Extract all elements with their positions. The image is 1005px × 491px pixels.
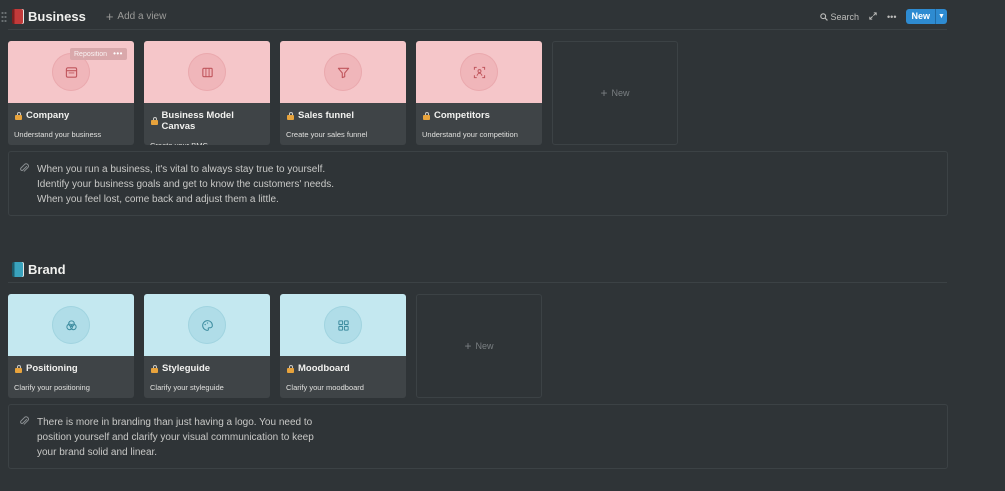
card-hover-toolbar: Reposition ••• — [70, 48, 127, 60]
new-card-label: New — [611, 88, 630, 98]
plus-icon: + — [464, 338, 472, 353]
view-toolbar: Search ••• New ▼ — [819, 9, 947, 24]
card-styleguide[interactable]: Styleguide Clarify your styleguide — [144, 294, 270, 398]
card-title-row: Moodboard — [280, 356, 406, 374]
columns-icon — [201, 67, 213, 77]
callout-line: There is more in branding than just havi… — [37, 417, 313, 428]
card-subtitle: Create your BMC — [144, 132, 270, 145]
new-card-label: New — [475, 341, 494, 351]
card-title: Company — [26, 110, 70, 121]
card-cover — [144, 41, 270, 103]
brand-title[interactable]: Brand — [28, 262, 66, 277]
add-view-label: Add a view — [117, 11, 167, 22]
callout-line: Identify your business goals and get to … — [37, 179, 335, 190]
paperclip-icon — [20, 416, 29, 425]
card-title: Styleguide — [162, 363, 211, 374]
grid-icon — [337, 319, 349, 331]
card-more-icon[interactable]: ••• — [113, 50, 123, 58]
new-button-label: New — [911, 11, 930, 21]
lock-icon — [423, 111, 430, 120]
business-section-header: Business + Add a view Search ••• New ▼ — [8, 4, 947, 30]
funnel-icon — [337, 67, 349, 78]
card-competitors[interactable]: Competitors Understand your competition — [416, 41, 542, 145]
callout-line: When you run a business, it's vital to a… — [37, 164, 326, 175]
lock-icon — [151, 364, 158, 373]
new-card-button[interactable]: + New — [552, 41, 678, 145]
card-cover — [8, 294, 134, 356]
plus-icon: + — [105, 8, 114, 24]
card-subtitle: Clarify your styleguide — [150, 383, 224, 392]
business-callout[interactable]: When you run a business, it's vital to a… — [8, 151, 948, 216]
card-title-row: Business Model Canvas — [144, 103, 270, 132]
card-title: Competitors — [434, 110, 490, 121]
new-button[interactable]: New ▼ — [906, 9, 947, 24]
card-subtitle: Understand your business — [14, 130, 102, 139]
palette-icon — [201, 319, 213, 331]
card-cover: Reposition ••• — [8, 41, 134, 103]
plus-icon: + — [600, 85, 608, 100]
venn-icon — [65, 319, 77, 330]
card-title-row: Sales funnel — [280, 103, 406, 121]
card-title: Business Model Canvas — [161, 110, 234, 132]
person-scan-icon — [473, 66, 485, 78]
card-subtitle: Clarify your positioning — [14, 383, 90, 392]
card-sales-funnel[interactable]: Sales funnel Create your sales funnel — [280, 41, 406, 145]
red-book-icon — [12, 9, 24, 24]
paperclip-icon — [20, 163, 29, 172]
reposition-button[interactable]: Reposition — [74, 51, 107, 58]
brand-gallery: Positioning Clarify your positioning Sty… — [8, 294, 542, 398]
lock-icon — [151, 117, 158, 125]
card-title-row: Positioning — [8, 356, 134, 374]
card-subtitle: Understand your competition — [422, 130, 518, 139]
lock-icon — [287, 364, 294, 373]
drag-handle-icon[interactable] — [1, 11, 7, 23]
search-label: Search — [830, 11, 860, 22]
icon-circle — [324, 306, 362, 344]
card-cover — [416, 41, 542, 103]
lock-icon — [15, 111, 22, 120]
more-options-icon[interactable]: ••• — [887, 12, 896, 22]
search-icon — [819, 12, 828, 21]
card-title: Sales funnel — [298, 110, 354, 121]
new-card-button[interactable]: + New — [416, 294, 542, 398]
icon-circle — [324, 53, 362, 91]
browser-window-icon — [65, 66, 77, 78]
card-moodboard[interactable]: Moodboard Clarify your moodboard — [280, 294, 406, 398]
card-title-row: Styleguide — [144, 356, 270, 374]
callout-line: When you feel lost, come back and adjust… — [37, 194, 279, 205]
blue-book-icon — [12, 262, 24, 277]
icon-circle — [460, 53, 498, 91]
icon-circle — [188, 53, 226, 91]
lock-icon — [15, 364, 22, 373]
add-view-button[interactable]: + Add a view — [105, 8, 167, 24]
card-title: Positioning — [26, 363, 78, 374]
card-business-model-canvas[interactable]: Business Model Canvas Create your BMC — [144, 41, 270, 145]
card-positioning[interactable]: Positioning Clarify your positioning — [8, 294, 134, 398]
business-gallery: Reposition ••• Company Understand your b… — [8, 41, 678, 145]
card-cover — [280, 41, 406, 103]
card-cover — [144, 294, 270, 356]
brand-section-header: Brand — [8, 257, 947, 283]
expand-icon[interactable] — [869, 11, 877, 22]
card-subtitle: Clarify your moodboard — [286, 383, 364, 392]
brand-callout[interactable]: There is more in branding than just havi… — [8, 404, 948, 469]
chevron-down-icon[interactable]: ▼ — [935, 9, 947, 24]
card-title-row: Competitors — [416, 103, 542, 121]
business-title[interactable]: Business — [28, 9, 86, 24]
icon-circle — [188, 306, 226, 344]
callout-line: position yourself and clarify your visua… — [37, 432, 314, 443]
card-title-row: Company — [8, 103, 134, 121]
lock-icon — [287, 111, 294, 120]
callout-line: your brand solid and linear. — [37, 447, 158, 458]
card-subtitle: Create your sales funnel — [286, 130, 368, 139]
card-company[interactable]: Reposition ••• Company Understand your b… — [8, 41, 134, 145]
card-title: Moodboard — [298, 363, 350, 374]
card-cover — [280, 294, 406, 356]
icon-circle — [52, 306, 90, 344]
search-button[interactable]: Search — [819, 11, 860, 22]
